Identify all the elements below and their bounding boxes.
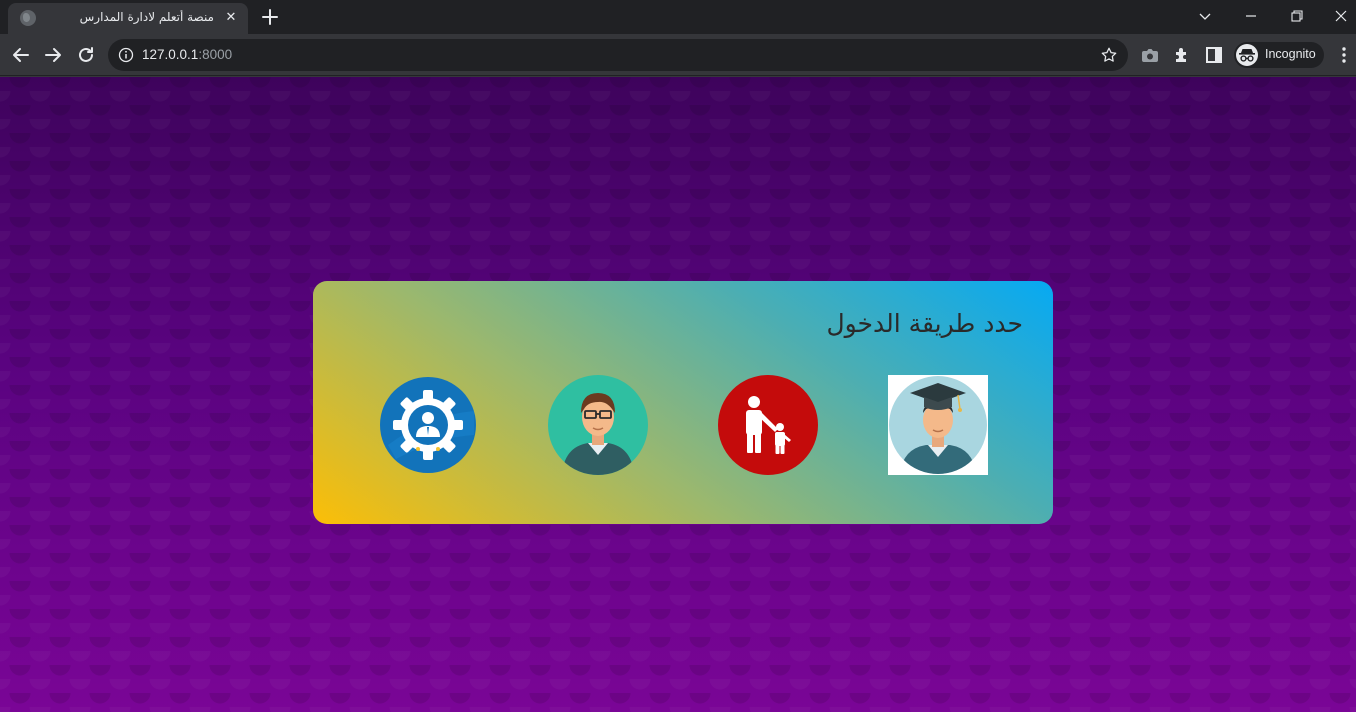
reload-icon bbox=[79, 47, 93, 62]
camera-icon[interactable] bbox=[1140, 45, 1160, 65]
parent-child-icon bbox=[718, 375, 818, 475]
browser-tab[interactable]: منصة أتعلم لادارة المدارس ✕ bbox=[8, 3, 248, 34]
plus-icon bbox=[262, 9, 278, 25]
new-tab-button[interactable] bbox=[258, 5, 282, 29]
forward-button[interactable] bbox=[40, 42, 66, 68]
incognito-label: Incognito bbox=[1265, 47, 1316, 61]
tab-close-icon[interactable]: ✕ bbox=[222, 9, 240, 27]
url-text[interactable]: 127.0.0.1:8000 bbox=[142, 47, 232, 62]
bookmark-star-icon[interactable] bbox=[1100, 46, 1118, 64]
browser-toolbar: 127.0.0.1:8000 Incognito bbox=[0, 34, 1356, 76]
role-admin-button[interactable] bbox=[378, 375, 478, 475]
arrow-left-icon bbox=[13, 48, 29, 62]
close-icon bbox=[1335, 10, 1347, 22]
address-bar[interactable]: 127.0.0.1:8000 bbox=[108, 39, 1128, 71]
close-window-button[interactable] bbox=[1318, 0, 1356, 32]
minimize-icon bbox=[1246, 15, 1256, 17]
back-button[interactable] bbox=[8, 42, 34, 68]
arrow-right-icon bbox=[45, 48, 61, 62]
side-panel-icon[interactable] bbox=[1204, 45, 1224, 65]
extensions-puzzle-icon[interactable] bbox=[1172, 45, 1192, 65]
page-viewport: حدد طريقة الدخول bbox=[0, 77, 1356, 712]
incognito-profile-button[interactable]: Incognito bbox=[1234, 42, 1324, 68]
tab-strip: منصة أتعلم لادارة المدارس ✕ bbox=[0, 0, 1356, 34]
graduate-student-icon bbox=[888, 375, 988, 475]
admin-gear-icon bbox=[380, 377, 476, 473]
url-host: 127.0.0.1 bbox=[142, 47, 199, 62]
minimize-button[interactable] bbox=[1228, 0, 1274, 32]
teacher-icon bbox=[548, 375, 648, 475]
globe-icon bbox=[20, 10, 36, 26]
reload-button[interactable] bbox=[73, 42, 99, 68]
restore-icon bbox=[1291, 10, 1303, 22]
incognito-icon bbox=[1236, 44, 1258, 66]
role-student-button[interactable] bbox=[888, 375, 988, 475]
login-type-card: حدد طريقة الدخول bbox=[313, 281, 1053, 524]
info-icon[interactable] bbox=[118, 47, 134, 63]
tab-title: منصة أتعلم لادارة المدارس bbox=[79, 10, 214, 24]
role-teacher-button[interactable] bbox=[548, 375, 648, 475]
page-title: حدد طريقة الدخول bbox=[826, 309, 1023, 338]
restore-button[interactable] bbox=[1274, 0, 1320, 32]
tab-search-button[interactable] bbox=[1182, 0, 1228, 32]
role-parent-button[interactable] bbox=[718, 375, 818, 475]
chevron-down-icon bbox=[1199, 13, 1211, 20]
more-menu-icon[interactable] bbox=[1334, 45, 1354, 65]
url-port: :8000 bbox=[198, 47, 233, 62]
